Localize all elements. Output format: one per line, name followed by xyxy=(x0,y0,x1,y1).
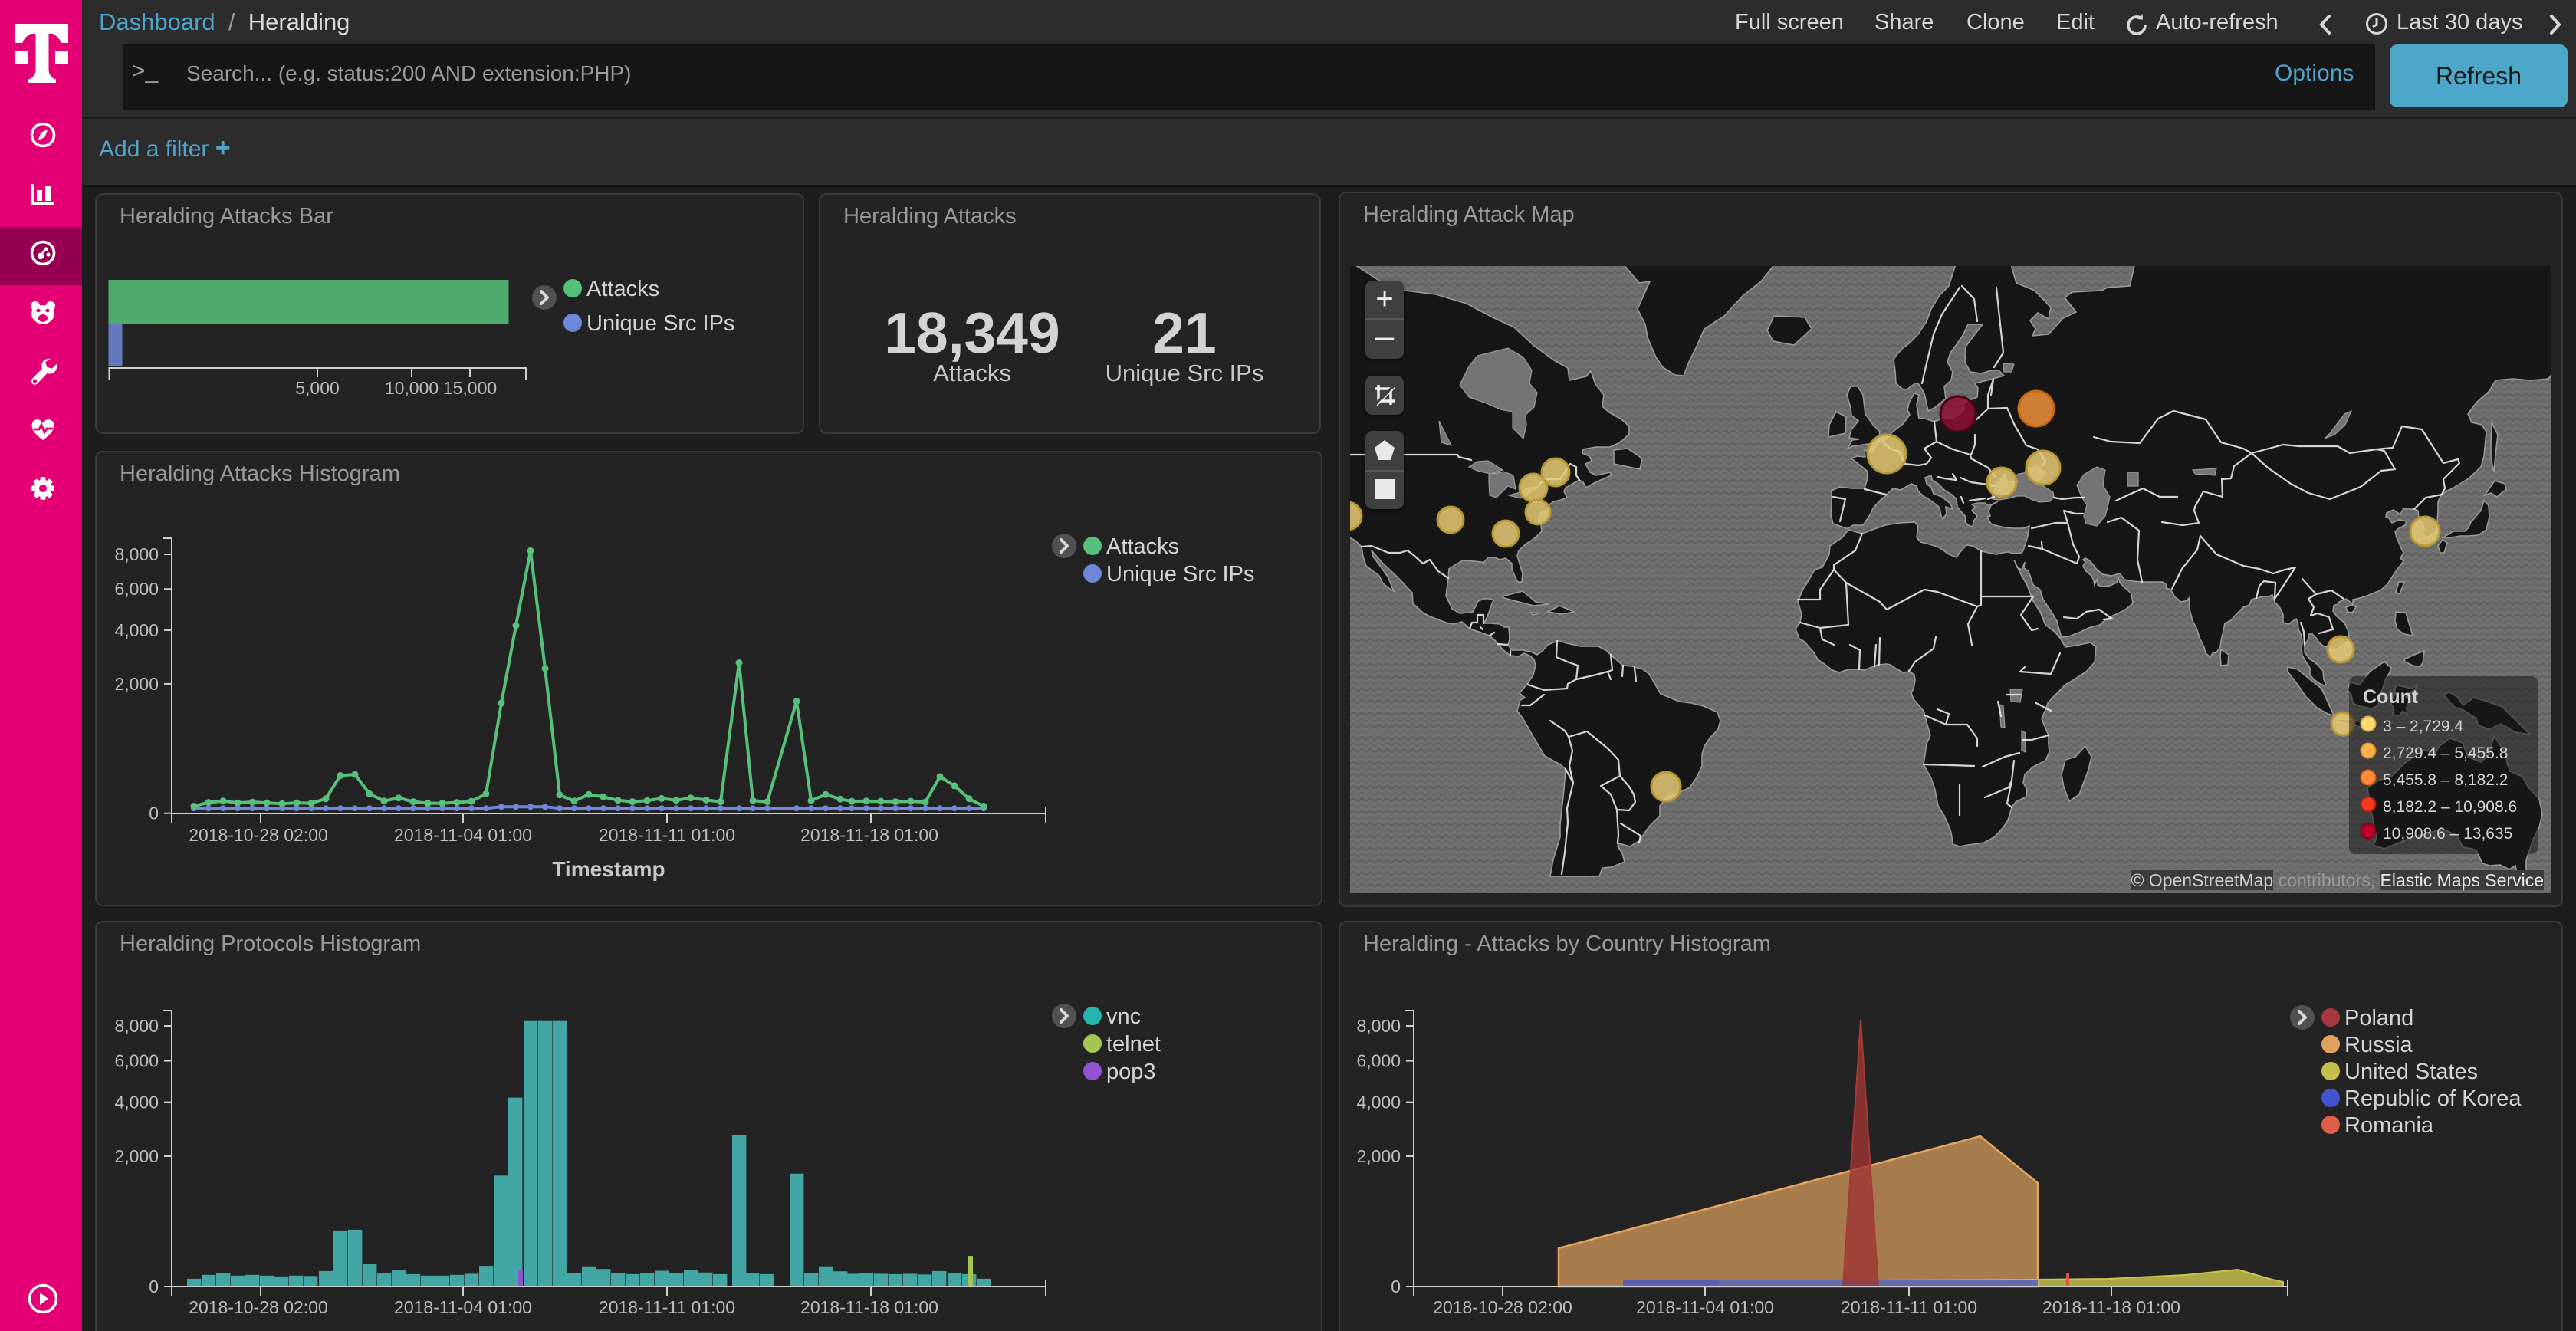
svg-text:0: 0 xyxy=(149,1277,159,1296)
svg-text:0: 0 xyxy=(1391,1277,1401,1296)
svg-text:2018-11-18 01:00: 2018-11-18 01:00 xyxy=(800,1297,938,1317)
svg-text:5,455.8 – 8,182.2: 5,455.8 – 8,182.2 xyxy=(2383,771,2508,789)
svg-text:Unique Src IPs: Unique Src IPs xyxy=(586,311,734,336)
svg-text:Attacks: Attacks xyxy=(1106,534,1179,559)
svg-text:6,000: 6,000 xyxy=(114,1051,159,1071)
svg-text:Republic of Korea: Republic of Korea xyxy=(2344,1086,2522,1111)
svg-text:Unique Src IPs: Unique Src IPs xyxy=(1106,562,1254,587)
svg-text:10,000: 10,000 xyxy=(385,378,439,398)
svg-text:4,000: 4,000 xyxy=(114,1093,159,1112)
svg-text:3 – 2,729.4: 3 – 2,729.4 xyxy=(2383,718,2463,735)
svg-text:Timestamp: Timestamp xyxy=(552,857,665,881)
svg-text:2018-11-04 01:00: 2018-11-04 01:00 xyxy=(394,1297,532,1317)
svg-text:8,182.2 – 10,908.6: 8,182.2 – 10,908.6 xyxy=(2383,798,2517,816)
svg-text:telnet: telnet xyxy=(1106,1032,1161,1057)
svg-text:Attacks: Attacks xyxy=(586,277,659,301)
svg-text:2018-11-11 01:00: 2018-11-11 01:00 xyxy=(1841,1297,1977,1317)
svg-text:2,000: 2,000 xyxy=(1356,1146,1401,1166)
svg-text:United States: United States xyxy=(2344,1060,2478,1084)
svg-text:2018-11-18 01:00: 2018-11-18 01:00 xyxy=(800,825,938,845)
svg-text:2,000: 2,000 xyxy=(114,1146,159,1166)
svg-text:2018-10-28 02:00: 2018-10-28 02:00 xyxy=(189,825,328,845)
svg-text:pop3: pop3 xyxy=(1106,1060,1156,1084)
svg-text:Poland: Poland xyxy=(2344,1006,2413,1030)
svg-text:Romania: Romania xyxy=(2344,1113,2434,1138)
svg-text:vnc: vnc xyxy=(1106,1004,1141,1029)
svg-text:Russia: Russia xyxy=(2344,1033,2413,1057)
svg-text:8,000: 8,000 xyxy=(114,544,159,564)
svg-text:2018-11-11 01:00: 2018-11-11 01:00 xyxy=(599,1297,735,1317)
svg-text:8,000: 8,000 xyxy=(1356,1016,1401,1036)
svg-text:4,000: 4,000 xyxy=(1356,1093,1401,1112)
svg-text:2018-11-18 01:00: 2018-11-18 01:00 xyxy=(2042,1297,2180,1317)
svg-text:6,000: 6,000 xyxy=(1356,1051,1401,1071)
svg-text:5,000: 5,000 xyxy=(295,378,340,398)
svg-text:6,000: 6,000 xyxy=(114,579,159,599)
svg-text:2018-10-28 02:00: 2018-10-28 02:00 xyxy=(1433,1297,1572,1317)
svg-text:2018-11-04 01:00: 2018-11-04 01:00 xyxy=(394,825,532,845)
svg-text:2,000: 2,000 xyxy=(114,674,159,694)
svg-text:2018-11-04 01:00: 2018-11-04 01:00 xyxy=(1636,1297,1774,1317)
svg-text:15,000: 15,000 xyxy=(443,378,497,398)
svg-text:2,729.4 – 5,455.8: 2,729.4 – 5,455.8 xyxy=(2383,744,2508,762)
svg-text:0: 0 xyxy=(149,804,159,823)
svg-text:8,000: 8,000 xyxy=(114,1016,159,1036)
svg-text:10,908.6 – 13,635: 10,908.6 – 13,635 xyxy=(2383,825,2512,843)
svg-text:2018-11-11 01:00: 2018-11-11 01:00 xyxy=(599,825,735,845)
svg-text:2018-10-28 02:00: 2018-10-28 02:00 xyxy=(189,1297,328,1317)
svg-text:4,000: 4,000 xyxy=(114,620,159,640)
